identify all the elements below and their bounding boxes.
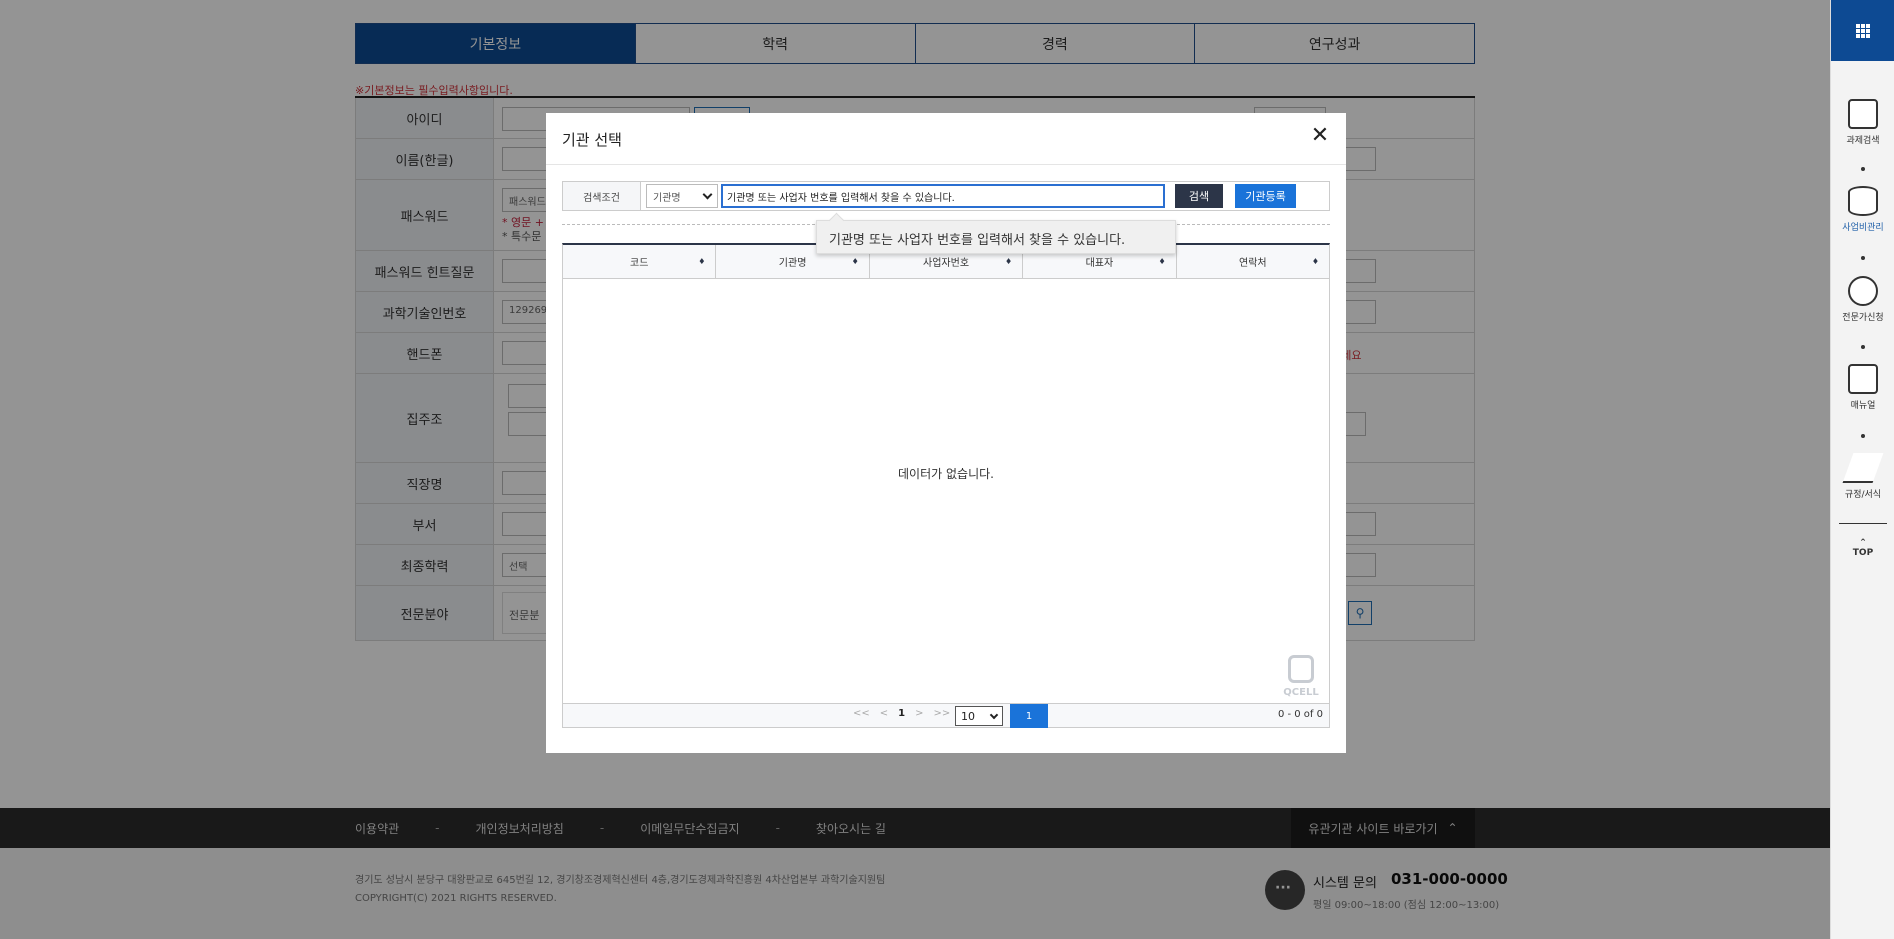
search-button[interactable]: 검색	[1175, 184, 1223, 208]
page-size-value: 10	[961, 709, 975, 723]
quick-item-manual[interactable]: 매뉴얼	[1831, 364, 1894, 411]
quick-dot	[1861, 256, 1865, 260]
sort-icon: ♦	[698, 257, 706, 266]
chevron-up-icon: ⌃	[1859, 538, 1867, 548]
modal-divider	[546, 164, 1346, 165]
quick-item-label: 규정/서식	[1844, 490, 1882, 500]
quick-menu: 과제검색 사업비관리 전문가신청 매뉴얼 규정/서식 ⌃ TOP	[1830, 0, 1894, 939]
top-label: TOP	[1852, 548, 1874, 558]
page-number-button[interactable]: 1	[1010, 704, 1048, 728]
current-page[interactable]: 1	[898, 708, 905, 719]
sort-icon: ♦	[1158, 257, 1166, 266]
pen-sign-icon	[1842, 453, 1884, 483]
next-page-button[interactable]: >	[915, 708, 923, 719]
register-org-button[interactable]: 기관등록	[1235, 184, 1296, 208]
search-type-value: 기관명	[653, 192, 681, 204]
column-label: 대표자	[1085, 258, 1114, 269]
quick-item-search[interactable]: 과제검색	[1831, 99, 1894, 146]
search-condition-label: 검색조건	[563, 182, 641, 210]
column-contact[interactable]: 연락처 ♦	[1177, 245, 1329, 278]
quick-dot	[1861, 167, 1865, 171]
sort-icon: ♦	[1005, 257, 1013, 266]
page-size-select[interactable]: 10	[955, 706, 1003, 726]
last-page-button[interactable]: >>	[934, 708, 951, 719]
grid-footer: << < 1 > >> 10 1 0 - 0 of 0	[563, 703, 1329, 728]
org-grid: 코드 ♦ 기관명 ♦ 사업자번호 ♦ 대표자 ♦ 연락처 ♦ 데이터가 없습니다. QCE…	[562, 243, 1330, 728]
column-label: 연락처	[1239, 258, 1267, 269]
quick-item-rules[interactable]: 규정/서식	[1831, 453, 1894, 500]
search-input[interactable]: 기관명 또는 사업자 번호를 입력해서 찾을 수 있습니다.	[721, 184, 1165, 208]
manual-book-icon	[1848, 364, 1878, 394]
quick-menu-toggle[interactable]	[1831, 0, 1894, 61]
scroll-top-button[interactable]: ⌃ TOP	[1831, 538, 1894, 558]
lightbulb-person-icon	[1848, 276, 1878, 306]
quick-item-expert[interactable]: 전문가신청	[1831, 276, 1894, 323]
org-select-modal: 기관 선택 ✕ 검색조건 기관명 기관명 또는 사업자 번호를 입력해서 찾을 …	[546, 113, 1346, 753]
chevron-down-icon	[989, 710, 999, 719]
column-label: 코드	[630, 258, 649, 269]
column-code[interactable]: 코드 ♦	[563, 245, 717, 278]
search-tooltip: 기관명 또는 사업자 번호를 입력해서 찾을 수 있습니다.	[816, 220, 1176, 254]
empty-message: 데이터가 없습니다.	[898, 467, 994, 481]
close-icon[interactable]: ✕	[1308, 125, 1332, 149]
chevron-down-icon	[702, 189, 713, 199]
quick-dot	[1861, 345, 1865, 349]
quick-item-label: 전문가신청	[1842, 313, 1884, 323]
qcell-logo: QCELL	[1281, 655, 1321, 698]
quick-separator	[1839, 523, 1887, 524]
grid-menu-icon	[1856, 23, 1870, 38]
sort-icon: ♦	[851, 257, 859, 266]
qcell-hex-icon	[1288, 655, 1314, 683]
quick-item-budget[interactable]: 사업비관리	[1831, 186, 1894, 233]
quick-dot	[1861, 434, 1865, 438]
first-page-button[interactable]: <<	[853, 708, 870, 719]
column-label: 기관명	[778, 258, 807, 269]
prev-page-button[interactable]: <	[880, 708, 888, 719]
monitor-search-icon	[1848, 99, 1878, 129]
quick-item-label: 매뉴얼	[1850, 401, 1876, 411]
modal-title: 기관 선택	[562, 131, 622, 149]
search-bar: 검색조건 기관명 기관명 또는 사업자 번호를 입력해서 찾을 수 있습니다. …	[562, 181, 1330, 211]
search-type-select[interactable]: 기관명	[646, 184, 718, 208]
pagination: << < 1 > >>	[853, 708, 950, 719]
database-icon	[1848, 186, 1878, 216]
record-count: 0 - 0 of 0	[1277, 709, 1323, 720]
quick-item-label: 사업비관리	[1842, 223, 1884, 233]
qcell-logo-text: QCELL	[1283, 687, 1319, 698]
quick-item-label: 과제검색	[1846, 136, 1880, 146]
column-label: 사업자번호	[923, 258, 970, 269]
sort-icon: ♦	[1311, 257, 1320, 266]
